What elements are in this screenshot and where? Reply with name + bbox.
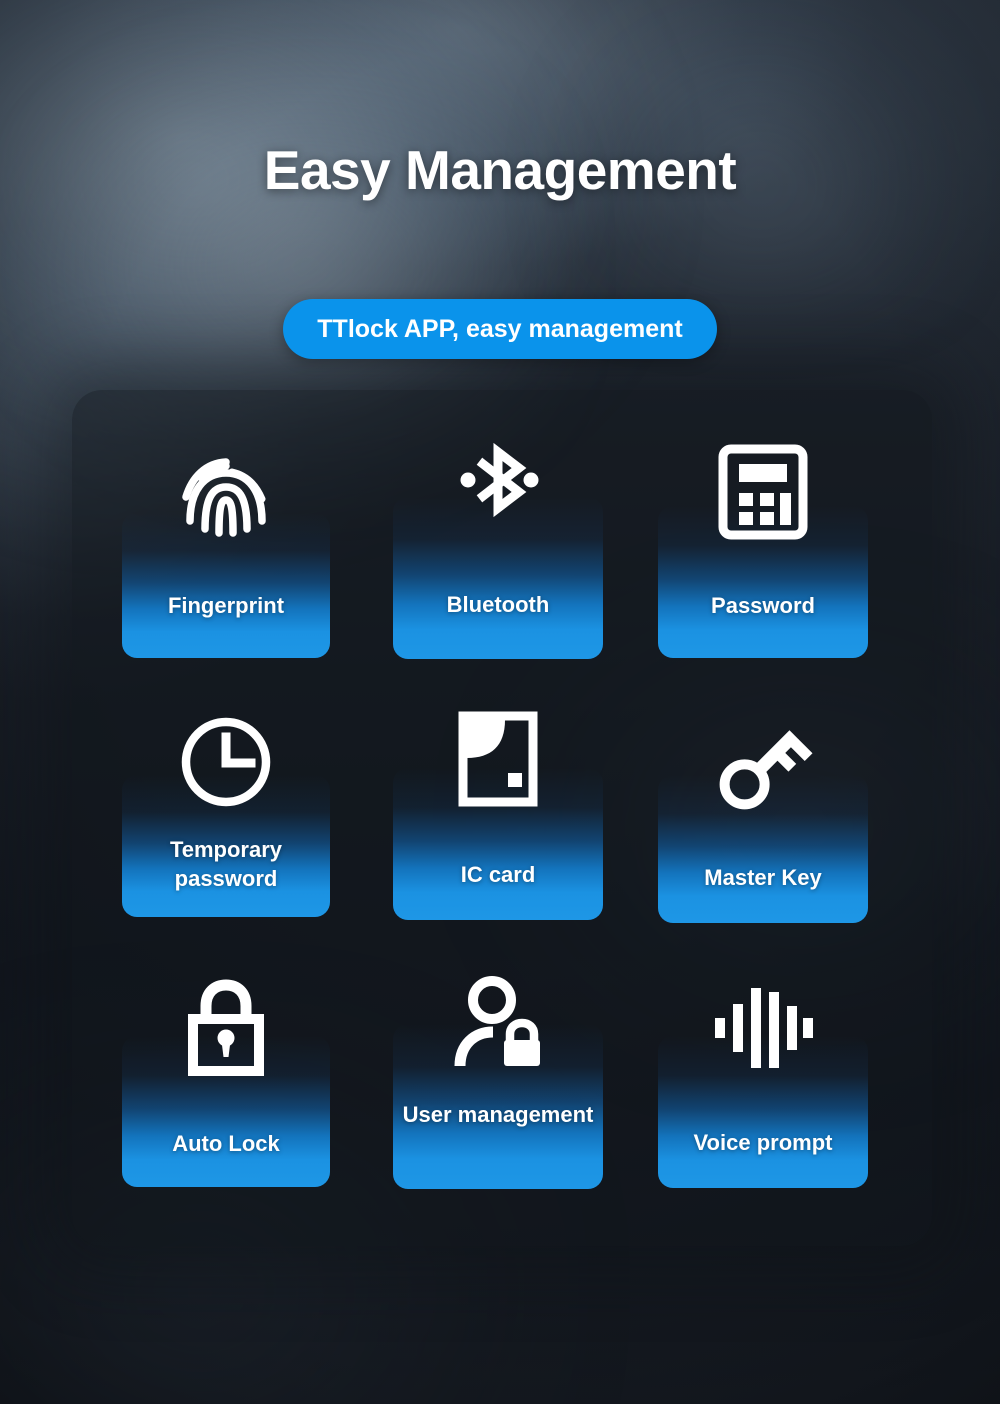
- feature-card-fingerprint[interactable]: Fingerprint: [122, 458, 330, 658]
- waveform-icon: [711, 982, 815, 1074]
- feature-card-temporary-password[interactable]: Temporary password: [122, 717, 330, 917]
- feature-card-voice-prompt[interactable]: Voice prompt: [658, 988, 868, 1188]
- feature-label: Auto Lock: [172, 1131, 280, 1156]
- feature-label: IC card: [460, 862, 536, 887]
- feature-label: Voice prompt: [693, 1130, 833, 1155]
- feature-grid: Fingerprint Bluetooth Password Temporary…: [0, 0, 1000, 1404]
- feature-card-auto-lock[interactable]: Auto Lock: [122, 979, 330, 1187]
- fingerprint-icon: [174, 445, 278, 549]
- key-icon: [711, 716, 815, 816]
- user-lock-icon: [448, 974, 548, 1074]
- feature-label: Fingerprint: [167, 593, 285, 618]
- feature-card-ic-card[interactable]: IC card: [393, 711, 603, 920]
- ic-card-icon: [457, 710, 539, 808]
- padlock-icon: [180, 979, 272, 1079]
- feature-label: Master Key: [704, 865, 822, 890]
- keypad-icon: [717, 444, 809, 540]
- bluetooth-icon: [447, 438, 549, 540]
- feature-label: Password: [711, 593, 815, 618]
- feature-card-master-key[interactable]: Master Key: [658, 730, 868, 923]
- clock-icon: [179, 715, 273, 809]
- page-root: Easy Management TTlock APP, easy managem…: [0, 0, 1000, 1404]
- feature-card-bluetooth[interactable]: Bluetooth: [393, 442, 603, 659]
- feature-card-password[interactable]: Password: [658, 444, 868, 658]
- feature-label: Temporary password: [169, 837, 283, 892]
- feature-label: User management: [402, 1102, 594, 1127]
- feature-label: Bluetooth: [446, 592, 550, 617]
- feature-card-user-management[interactable]: User management: [393, 976, 603, 1189]
